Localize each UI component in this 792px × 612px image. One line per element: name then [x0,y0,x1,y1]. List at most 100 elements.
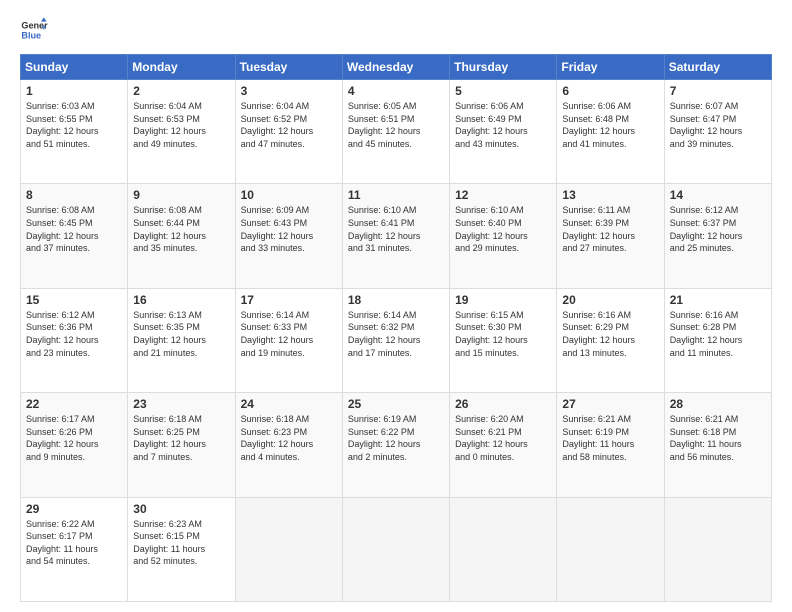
day-number: 22 [26,397,122,411]
day-header-thursday: Thursday [450,55,557,80]
day-number: 30 [133,502,229,516]
day-info: Sunrise: 6:18 AM Sunset: 6:23 PM Dayligh… [241,413,337,463]
calendar-cell: 20 Sunrise: 6:16 AM Sunset: 6:29 PM Dayli… [557,288,664,392]
day-info: Sunrise: 6:10 AM Sunset: 6:40 PM Dayligh… [455,204,551,254]
calendar-cell: 19 Sunrise: 6:15 AM Sunset: 6:30 PM Dayli… [450,288,557,392]
calendar-cell: 21 Sunrise: 6:16 AM Sunset: 6:28 PM Dayli… [664,288,771,392]
calendar-week-2: 8 Sunrise: 6:08 AM Sunset: 6:45 PM Daylig… [21,184,772,288]
day-number: 12 [455,188,551,202]
calendar-week-1: 1 Sunrise: 6:03 AM Sunset: 6:55 PM Daylig… [21,80,772,184]
day-number: 14 [670,188,766,202]
day-info: Sunrise: 6:14 AM Sunset: 6:32 PM Dayligh… [348,309,444,359]
calendar-cell: 7 Sunrise: 6:07 AM Sunset: 6:47 PM Daylig… [664,80,771,184]
day-info: Sunrise: 6:04 AM Sunset: 6:52 PM Dayligh… [241,100,337,150]
day-number: 4 [348,84,444,98]
calendar-cell: 24 Sunrise: 6:18 AM Sunset: 6:23 PM Dayli… [235,393,342,497]
day-number: 8 [26,188,122,202]
day-info: Sunrise: 6:19 AM Sunset: 6:22 PM Dayligh… [348,413,444,463]
day-info: Sunrise: 6:16 AM Sunset: 6:28 PM Dayligh… [670,309,766,359]
calendar-cell: 29Sunrise: 6:22 AM Sunset: 6:17 PM Dayli… [21,497,128,601]
day-info: Sunrise: 6:08 AM Sunset: 6:45 PM Dayligh… [26,204,122,254]
day-info: Sunrise: 6:12 AM Sunset: 6:36 PM Dayligh… [26,309,122,359]
day-number: 24 [241,397,337,411]
calendar-cell: 14 Sunrise: 6:12 AM Sunset: 6:37 PM Dayli… [664,184,771,288]
day-number: 25 [348,397,444,411]
day-number: 11 [348,188,444,202]
header: General Blue [20,16,772,44]
calendar-cell [557,497,664,601]
calendar-cell: 11 Sunrise: 6:10 AM Sunset: 6:41 PM Dayli… [342,184,449,288]
day-header-wednesday: Wednesday [342,55,449,80]
calendar-cell: 13 Sunrise: 6:11 AM Sunset: 6:39 PM Dayli… [557,184,664,288]
day-info: Sunrise: 6:21 AM Sunset: 6:19 PM Dayligh… [562,413,658,463]
day-header-tuesday: Tuesday [235,55,342,80]
logo: General Blue [20,16,48,44]
calendar-week-3: 15 Sunrise: 6:12 AM Sunset: 6:36 PM Dayli… [21,288,772,392]
calendar-cell: 15 Sunrise: 6:12 AM Sunset: 6:36 PM Dayli… [21,288,128,392]
calendar-cell: 10 Sunrise: 6:09 AM Sunset: 6:43 PM Dayli… [235,184,342,288]
day-number: 7 [670,84,766,98]
calendar-cell: 1 Sunrise: 6:03 AM Sunset: 6:55 PM Daylig… [21,80,128,184]
calendar-cell: 16Sunrise: 6:13 AM Sunset: 6:35 PM Dayli… [128,288,235,392]
day-number: 27 [562,397,658,411]
day-info: Sunrise: 6:23 AM Sunset: 6:15 PM Dayligh… [133,518,229,568]
calendar-cell: 22Sunrise: 6:17 AM Sunset: 6:26 PM Dayli… [21,393,128,497]
day-number: 6 [562,84,658,98]
calendar-cell: 12 Sunrise: 6:10 AM Sunset: 6:40 PM Dayli… [450,184,557,288]
day-header-sunday: Sunday [21,55,128,80]
day-number: 29 [26,502,122,516]
calendar-cell [342,497,449,601]
day-header-friday: Friday [557,55,664,80]
calendar-week-5: 29Sunrise: 6:22 AM Sunset: 6:17 PM Dayli… [21,497,772,601]
calendar-cell: 30 Sunrise: 6:23 AM Sunset: 6:15 PM Dayli… [128,497,235,601]
day-number: 2 [133,84,229,98]
calendar-cell: 25 Sunrise: 6:19 AM Sunset: 6:22 PM Dayli… [342,393,449,497]
day-number: 13 [562,188,658,202]
day-number: 21 [670,293,766,307]
day-number: 9 [133,188,229,202]
day-info: Sunrise: 6:14 AM Sunset: 6:33 PM Dayligh… [241,309,337,359]
calendar-table: SundayMondayTuesdayWednesdayThursdayFrid… [20,54,772,602]
day-number: 5 [455,84,551,98]
day-info: Sunrise: 6:05 AM Sunset: 6:51 PM Dayligh… [348,100,444,150]
calendar-week-4: 22Sunrise: 6:17 AM Sunset: 6:26 PM Dayli… [21,393,772,497]
day-info: Sunrise: 6:09 AM Sunset: 6:43 PM Dayligh… [241,204,337,254]
calendar-header-row: SundayMondayTuesdayWednesdayThursdayFrid… [21,55,772,80]
day-number: 19 [455,293,551,307]
day-info: Sunrise: 6:06 AM Sunset: 6:49 PM Dayligh… [455,100,551,150]
day-info: Sunrise: 6:15 AM Sunset: 6:30 PM Dayligh… [455,309,551,359]
day-number: 20 [562,293,658,307]
calendar-cell [664,497,771,601]
day-number: 28 [670,397,766,411]
day-number: 26 [455,397,551,411]
calendar-cell: 5 Sunrise: 6:06 AM Sunset: 6:49 PM Daylig… [450,80,557,184]
day-info: Sunrise: 6:20 AM Sunset: 6:21 PM Dayligh… [455,413,551,463]
day-info: Sunrise: 6:11 AM Sunset: 6:39 PM Dayligh… [562,204,658,254]
day-number: 1 [26,84,122,98]
calendar-cell [450,497,557,601]
day-info: Sunrise: 6:12 AM Sunset: 6:37 PM Dayligh… [670,204,766,254]
calendar-cell: 23 Sunrise: 6:18 AM Sunset: 6:25 PM Dayli… [128,393,235,497]
day-header-monday: Monday [128,55,235,80]
calendar-cell [235,497,342,601]
day-info: Sunrise: 6:07 AM Sunset: 6:47 PM Dayligh… [670,100,766,150]
day-number: 23 [133,397,229,411]
day-info: Sunrise: 6:18 AM Sunset: 6:25 PM Dayligh… [133,413,229,463]
day-info: Sunrise: 6:04 AM Sunset: 6:53 PM Dayligh… [133,100,229,150]
day-info: Sunrise: 6:21 AM Sunset: 6:18 PM Dayligh… [670,413,766,463]
day-info: Sunrise: 6:16 AM Sunset: 6:29 PM Dayligh… [562,309,658,359]
day-number: 10 [241,188,337,202]
day-number: 15 [26,293,122,307]
calendar-cell: 8 Sunrise: 6:08 AM Sunset: 6:45 PM Daylig… [21,184,128,288]
day-info: Sunrise: 6:03 AM Sunset: 6:55 PM Dayligh… [26,100,122,150]
day-info: Sunrise: 6:10 AM Sunset: 6:41 PM Dayligh… [348,204,444,254]
calendar-cell: 27 Sunrise: 6:21 AM Sunset: 6:19 PM Dayli… [557,393,664,497]
day-number: 3 [241,84,337,98]
logo-icon: General Blue [20,16,48,44]
calendar-cell: 28 Sunrise: 6:21 AM Sunset: 6:18 PM Dayli… [664,393,771,497]
day-info: Sunrise: 6:08 AM Sunset: 6:44 PM Dayligh… [133,204,229,254]
calendar-cell: 3 Sunrise: 6:04 AM Sunset: 6:52 PM Daylig… [235,80,342,184]
day-info: Sunrise: 6:13 AM Sunset: 6:35 PM Dayligh… [133,309,229,359]
page: General Blue SundayMondayTuesdayWednesda… [0,0,792,612]
calendar-cell: 26 Sunrise: 6:20 AM Sunset: 6:21 PM Dayli… [450,393,557,497]
